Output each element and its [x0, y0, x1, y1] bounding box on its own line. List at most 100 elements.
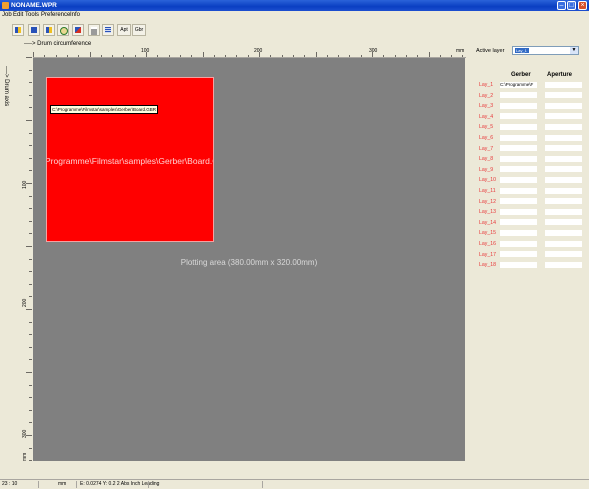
ruler-tick	[326, 55, 328, 57]
gerber-file-field[interactable]	[500, 166, 537, 173]
layer-name[interactable]: Lay_13	[479, 209, 496, 215]
layer-name[interactable]: Lay_3	[479, 103, 493, 109]
layer-name[interactable]: Lay_18	[479, 262, 496, 268]
plotting-area-label: Plotting area (380.00mm x 320.00mm)	[180, 258, 318, 267]
layer-name[interactable]: Lay_11	[479, 188, 496, 194]
aperture-file-field[interactable]	[545, 123, 582, 130]
list-button[interactable]	[102, 24, 114, 36]
list-icon	[105, 27, 111, 33]
layer-name[interactable]: Lay_9	[479, 167, 493, 173]
gerber-file-field[interactable]	[500, 187, 537, 194]
ruler-tick	[29, 422, 32, 424]
ruler-tick	[66, 55, 68, 57]
gerber-file-field[interactable]	[500, 113, 537, 120]
layer-name[interactable]: Lay_6	[479, 135, 493, 141]
zoom-button[interactable]	[57, 24, 69, 36]
maximize-button[interactable]: □	[567, 1, 576, 10]
gerber-file-field[interactable]	[500, 240, 537, 247]
gerber-file-field[interactable]	[500, 251, 537, 258]
aperture-file-field[interactable]	[545, 113, 582, 120]
ruler-tick	[29, 397, 32, 399]
aperture-file-field[interactable]	[545, 145, 582, 152]
print-icon	[91, 27, 97, 35]
gerber-file-field[interactable]	[500, 123, 537, 130]
layer-name[interactable]: Lay_7	[479, 146, 493, 152]
aperture-file-field[interactable]	[545, 208, 582, 215]
gerber-file-field[interactable]	[500, 176, 537, 183]
close-button[interactable]: ×	[578, 1, 587, 10]
gerber-file-field[interactable]	[500, 145, 537, 152]
gerber-file-field[interactable]	[500, 208, 537, 215]
aperture-file-field[interactable]	[545, 219, 582, 226]
aperture-file-field[interactable]	[545, 134, 582, 141]
gerber-file-field[interactable]	[500, 102, 537, 109]
layer-name[interactable]: Lay_8	[479, 156, 493, 162]
gerber-file-field[interactable]	[500, 155, 537, 162]
gerber-file-field[interactable]: C:\Programme\F	[500, 81, 537, 88]
ruler-tick	[89, 52, 91, 57]
layer-name[interactable]: Lay_4	[479, 114, 493, 120]
gerber-file-field[interactable]	[500, 261, 537, 268]
gerber-file-field[interactable]	[500, 134, 537, 141]
ruler-tick	[146, 52, 147, 57]
aperture-file-field[interactable]	[545, 240, 582, 247]
plotting-area[interactable]: C:\Programme\Filmstar\samples\Gerber\Boa…	[33, 58, 465, 461]
layer-name[interactable]: Lay_16	[479, 241, 496, 247]
layer-name[interactable]: Lay_1	[479, 82, 493, 88]
gerber-board-preview[interactable]: C:\Programme\Filmstar\samples\Gerber\Boa…	[46, 77, 214, 242]
app-icon	[2, 2, 9, 9]
aperture-file-field[interactable]	[545, 166, 582, 173]
layer-name[interactable]: Lay_10	[479, 177, 496, 183]
drum-axis-label: ----> Drum axis	[3, 66, 9, 107]
gerber-file-field[interactable]	[500, 229, 537, 236]
aperture-file-field[interactable]	[545, 102, 582, 109]
menu-preference[interactable]: Preference	[41, 12, 70, 19]
layout-alt-button[interactable]	[43, 24, 55, 36]
vertical-scrollbar[interactable]	[466, 40, 473, 471]
table-button[interactable]	[28, 24, 40, 36]
ruler-tick	[236, 55, 238, 57]
layer-name[interactable]: Lay_5	[479, 124, 493, 130]
ruler-tick	[439, 55, 441, 57]
gbr-button[interactable]: Gbr	[132, 24, 146, 36]
menu-edit[interactable]: Edit	[13, 12, 23, 19]
gerber-file-field[interactable]	[500, 219, 537, 226]
layer-name[interactable]: Lay_2	[479, 93, 493, 99]
ruler-tick	[29, 94, 32, 96]
aperture-file-field[interactable]	[545, 251, 582, 258]
layer-name[interactable]: Lay_12	[479, 199, 496, 205]
gerber-file-field[interactable]	[500, 92, 537, 99]
chevron-down-icon[interactable]: ▼	[570, 47, 578, 54]
menu-tools[interactable]: Tools	[25, 12, 39, 19]
layer-name[interactable]: Lay_15	[479, 230, 496, 236]
aperture-file-field[interactable]	[545, 261, 582, 268]
active-layer-select[interactable]: Lay_1 ▼	[512, 46, 579, 55]
menu-info[interactable]: Info	[70, 12, 80, 19]
status-divider	[262, 481, 263, 488]
layout-button[interactable]	[12, 24, 24, 36]
aperture-file-field[interactable]	[545, 229, 582, 236]
aperture-file-field[interactable]	[545, 187, 582, 194]
aperture-file-field[interactable]	[545, 81, 582, 88]
move-button[interactable]	[72, 24, 84, 36]
ruler-tick	[44, 55, 46, 57]
print-button[interactable]	[88, 24, 100, 36]
toolbar: Apt Gbr	[0, 22, 589, 39]
minimize-button[interactable]: –	[557, 1, 566, 10]
ruler-tick	[157, 55, 159, 57]
aperture-file-field[interactable]	[545, 155, 582, 162]
aperture-file-field[interactable]	[545, 198, 582, 205]
ruler-tick	[270, 55, 272, 57]
ruler-tick	[29, 208, 32, 210]
layer-name[interactable]: Lay_17	[479, 252, 496, 258]
layer-name[interactable]: Lay_14	[479, 220, 496, 226]
ruler-tick	[26, 372, 32, 373]
layer-panel: Active layer Lay_1 ▼ Gerber Aperture Lay…	[474, 40, 589, 471]
aperture-file-field[interactable]	[545, 176, 582, 183]
apt-button[interactable]: Apt	[117, 24, 131, 36]
move-icon	[75, 27, 81, 33]
menu-job[interactable]: Job	[2, 12, 12, 19]
ruler-tick	[292, 55, 294, 57]
aperture-file-field[interactable]	[545, 92, 582, 99]
gerber-file-field[interactable]	[500, 198, 537, 205]
